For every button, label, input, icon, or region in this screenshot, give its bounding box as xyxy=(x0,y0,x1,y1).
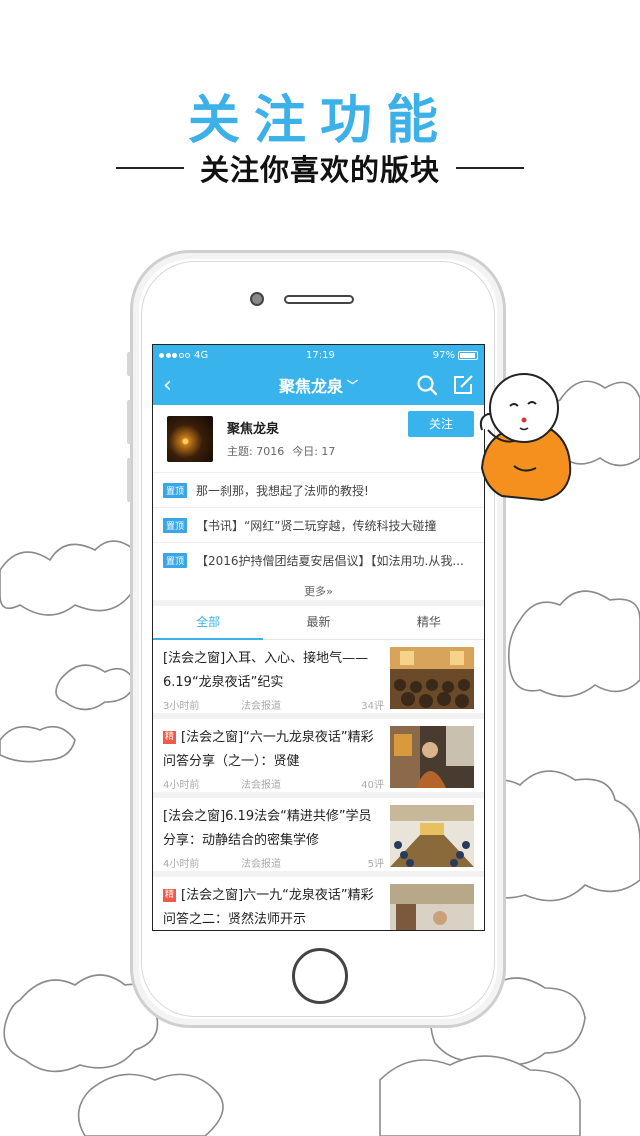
divider-right xyxy=(456,167,524,169)
divider-left xyxy=(115,167,184,169)
post-item[interactable]: [法会之窗]6.19法会“精进共修”学员分享：动静结合的密集学修 4小时前 法会… xyxy=(153,798,484,877)
post-source: 法会报道 xyxy=(241,701,281,712)
post-title: [法会之窗]6.19法会“精进共修”学员分享：动静结合的密集学修 xyxy=(163,809,372,848)
volume-down-button xyxy=(127,458,131,502)
post-title-text: [法会之窗]六一九“龙泉夜话”精彩问答之二：贤然法师开示 xyxy=(163,888,374,927)
more-button[interactable]: 更多» xyxy=(153,578,484,606)
chevron-down-icon: ﹀ xyxy=(347,379,358,392)
post-title: 精 [法会之窗]六一九“龙泉夜话”精彩问答之二：贤然法师开示 xyxy=(163,884,384,930)
status-time: 17:19 xyxy=(306,349,335,361)
front-camera xyxy=(250,292,264,306)
post-thumbnail xyxy=(390,647,474,709)
pinned-tag: 置顶 xyxy=(163,517,188,533)
battery-icon xyxy=(458,350,478,360)
pinned-tag: 置顶 xyxy=(163,482,188,498)
tab-bar: 全部 最新 精华 xyxy=(153,606,484,640)
headline: 关注功能 xyxy=(187,91,452,151)
carrier-label: 4G xyxy=(194,349,209,361)
featured-badge: 精 xyxy=(163,889,177,902)
post-thumbnail xyxy=(390,726,474,788)
monk-mascot xyxy=(479,373,572,502)
post-item[interactable]: 精 [法会之窗]“六一九龙泉夜话”精彩问答分享（之一）：贤健 4小时前 法会报道 … xyxy=(153,719,484,798)
edit-icon[interactable] xyxy=(452,374,474,396)
post-title: [法会之窗]入耳、入心、接地气——6.19“龙泉夜话”纪实 xyxy=(163,651,369,690)
forum-topics: 主题: 7016 xyxy=(227,445,285,458)
chevron-left-icon[interactable]: ‹ xyxy=(163,373,172,398)
post-thumbnail xyxy=(390,805,474,867)
home-button xyxy=(292,948,348,1004)
featured-badge: 精 xyxy=(163,731,177,744)
mute-switch xyxy=(127,352,131,376)
post-comments: 34评 xyxy=(361,701,384,712)
forum-header: 聚焦龙泉 主题: 7016 今日: 17 关注 xyxy=(153,405,484,473)
tab-featured[interactable]: 精华 xyxy=(374,606,484,639)
forum-name: 聚焦龙泉 xyxy=(227,422,280,437)
pinned-text: 那一刹那，我想起了法师的教授! xyxy=(196,483,369,498)
search-icon[interactable] xyxy=(416,374,438,396)
pinned-text: 【2016护持僧团结夏安居倡议】【如法用功.从我... xyxy=(196,554,464,568)
nav-title-dropdown[interactable]: 聚焦龙泉 ﹀ xyxy=(279,373,358,397)
nav-title: 聚焦龙泉 xyxy=(278,377,343,396)
post-time: 4小时前 xyxy=(163,859,200,870)
post-title-text: [法会之窗]“六一九龙泉夜话”精彩问答分享（之一）：贤健 xyxy=(163,730,374,769)
post-comments: 5评 xyxy=(367,859,384,870)
post-time: 3小时前 xyxy=(163,701,200,712)
follow-button[interactable]: 关注 xyxy=(408,411,474,437)
subline: 关注你喜欢的版块 xyxy=(0,148,640,188)
volume-up-button xyxy=(127,400,131,444)
earpiece-speaker xyxy=(284,295,354,304)
status-bar: 4G 17:19 97% xyxy=(153,345,484,365)
forum-today: 今日: 17 xyxy=(292,445,336,458)
post-comments: 40评 xyxy=(361,780,384,791)
battery-percent: 97% xyxy=(432,349,455,361)
pinned-item[interactable]: 置顶 那一刹那，我想起了法师的教授! xyxy=(153,473,484,508)
pinned-item[interactable]: 置顶 【书讯】“网红”贤二玩穿越，传统科技大碰撞 xyxy=(153,508,484,543)
post-title: 精 [法会之窗]“六一九龙泉夜话”精彩问答分享（之一）：贤健 xyxy=(163,726,384,774)
subline-text: 关注你喜欢的版块 xyxy=(199,153,440,187)
post-item[interactable]: [法会之窗]入耳、入心、接地气——6.19“龙泉夜话”纪实 3小时前 法会报道 … xyxy=(153,640,484,719)
nav-bar: ‹ 聚焦龙泉 ﹀ xyxy=(153,365,484,405)
post-source: 法会报道 xyxy=(241,859,281,870)
tab-all[interactable]: 全部 xyxy=(153,606,264,640)
post-time: 4小时前 xyxy=(163,780,200,791)
signal-icon xyxy=(159,352,190,358)
forum-thumbnail xyxy=(167,415,213,462)
tab-latest[interactable]: 最新 xyxy=(263,606,373,639)
post-source: 法会报道 xyxy=(241,780,281,791)
post-thumbnail xyxy=(390,884,474,930)
phone-screen: 4G 17:19 97% ‹ 聚焦龙泉 ﹀ 聚焦龙泉 主题: 7016 今日: … xyxy=(152,344,485,931)
pinned-text: 【书讯】“网红”贤二玩穿越，传统科技大碰撞 xyxy=(196,518,437,533)
pinned-item[interactable]: 置顶 【2016护持僧团结夏安居倡议】【如法用功.从我... xyxy=(153,543,484,578)
post-item[interactable]: 精 [法会之窗]六一九“龙泉夜话”精彩问答之二：贤然法师开示 xyxy=(153,877,484,930)
pinned-tag: 置顶 xyxy=(163,553,188,568)
